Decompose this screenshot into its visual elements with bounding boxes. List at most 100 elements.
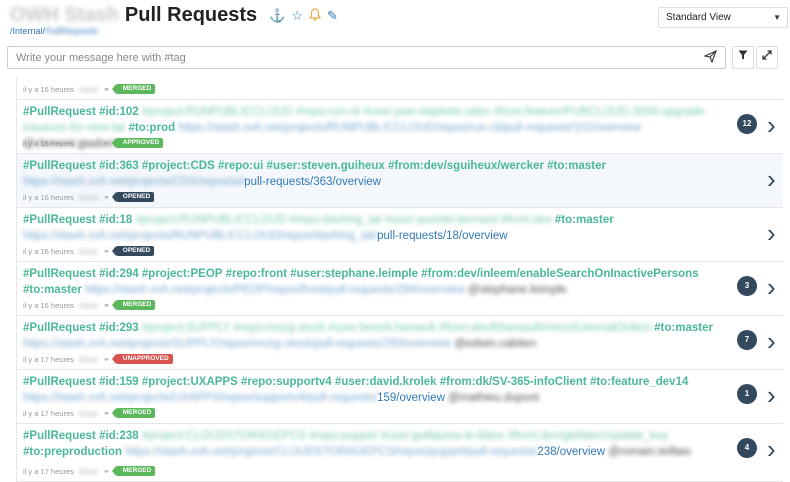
message-link-tail[interactable]: pull-requests/18/overview <box>377 230 507 242</box>
hashtag[interactable]: #PullRequest <box>23 160 96 172</box>
hashtag[interactable]: #PullRequest <box>23 268 96 280</box>
breadcrumb-internal[interactable]: /Internal/ <box>10 26 45 36</box>
hashtag[interactable]: #project:CDS <box>142 160 215 172</box>
chevron-right-icon[interactable]: › <box>767 272 776 303</box>
hashtag[interactable]: #from:dev/sguiheux/wercker <box>388 160 544 172</box>
link-icon[interactable]: ⚭ <box>103 193 110 202</box>
expand-button[interactable] <box>756 46 778 69</box>
feed-item[interactable]: #PullRequest #id:238 #project:CLOUDSTORA… <box>17 424 783 482</box>
chevron-right-icon[interactable]: › <box>767 434 776 465</box>
replies-count-badge[interactable]: 1 <box>737 384 757 404</box>
pencil-icon[interactable]: ✎ <box>327 8 338 23</box>
message-link[interactable]: https://stash.ovh.net/projects/CLOUDSTOR… <box>125 446 537 458</box>
hashtag[interactable]: #to:feature_dev14 <box>590 376 688 388</box>
message-input[interactable]: Write your message here with #tag <box>7 46 726 69</box>
link-icon[interactable]: ⚭ <box>103 355 110 364</box>
link-icon[interactable]: ⚭ <box>103 467 110 476</box>
hashtag[interactable]: #user:david.krolek <box>335 376 437 388</box>
message-author[interactable]: Stash <box>79 409 98 418</box>
hashtag[interactable]: #id:159 <box>99 376 139 388</box>
hashtag[interactable]: #from:dk/SV-365-infoClient <box>440 376 587 388</box>
hashtag[interactable]: #user:jean-baptiste.rabin <box>363 106 490 118</box>
mention[interactable]: @mathieu.dupont <box>448 392 539 404</box>
message-author[interactable]: Stash <box>79 247 98 256</box>
hashtag[interactable]: #from:dev <box>501 214 552 226</box>
link-icon[interactable]: ⚭ <box>103 409 110 418</box>
feed-item[interactable]: #PullRequest #id:363 #project:CDS #repo:… <box>17 154 783 208</box>
hashtag[interactable]: #to:master <box>547 160 606 172</box>
message-link[interactable]: https://stash.ovh.net/projects/UXAPPS/re… <box>23 392 377 404</box>
hashtag[interactable]: #repo:supportv4 <box>241 376 332 388</box>
hashtag[interactable]: #user:steven.guiheux <box>267 160 385 172</box>
mention[interactable]: @edwin.cabiten <box>454 338 536 350</box>
hashtag[interactable]: #repo:puppet <box>309 430 377 442</box>
hashtag[interactable]: #project:UXAPPS <box>142 376 238 388</box>
link-icon[interactable]: ⚭ <box>103 139 110 148</box>
hashtag[interactable]: #id:18 <box>99 214 132 226</box>
link-icon[interactable]: ⚭ <box>103 301 110 310</box>
chevron-right-icon[interactable]: › <box>767 164 776 195</box>
hashtag[interactable]: #id:102 <box>99 106 139 118</box>
hashtag[interactable]: #user:benoit.hamault <box>328 322 435 334</box>
hashtag[interactable]: #repo:mozg-stock <box>234 322 325 334</box>
replies-count-badge[interactable]: 4 <box>737 438 757 458</box>
hashtag[interactable]: #repo:front <box>226 268 287 280</box>
anchor-icon[interactable]: ⚓ <box>269 8 285 23</box>
hashtag[interactable]: #from:dev/bhamault/mirrorExternalOrders <box>439 322 651 334</box>
mention[interactable]: @romain.teillaio <box>608 446 691 458</box>
hashtag[interactable]: #user:guillaume.le-blanc <box>380 430 505 442</box>
hashtag[interactable]: #user:stephane.leimple <box>290 268 418 280</box>
hashtag[interactable]: #project:RUNPUBLICCLOUD <box>142 106 293 118</box>
chevron-right-icon[interactable]: › <box>767 326 776 357</box>
filter-button[interactable] <box>732 46 754 69</box>
hashtag[interactable]: #PullRequest <box>23 214 96 226</box>
message-link[interactable]: https://stash.ovh.net/projects/CDS/repos… <box>23 176 244 188</box>
hashtag[interactable]: #id:363 <box>99 160 139 172</box>
hashtag[interactable]: #PullRequest <box>23 106 96 118</box>
view-select[interactable]: Standard View ▼ <box>658 7 788 28</box>
chevron-right-icon[interactable]: › <box>767 110 776 141</box>
hashtag[interactable]: #to:master <box>23 284 82 296</box>
send-icon[interactable] <box>703 49 717 66</box>
hashtag[interactable]: #repo:run-cli <box>296 106 360 118</box>
message-link[interactable]: https://stash.ovh.net/projects/PEOP/repo… <box>85 284 465 296</box>
chevron-right-icon[interactable]: › <box>767 380 776 411</box>
message-author[interactable]: Stash <box>79 139 98 148</box>
feed-item[interactable]: #PullRequest #id:294 #project:PEOP #repo… <box>17 262 783 316</box>
hashtag[interactable]: #PullRequest <box>23 376 96 388</box>
link-icon[interactable]: ⚭ <box>103 85 110 94</box>
message-author[interactable]: Stash <box>79 193 98 202</box>
chevron-right-icon[interactable]: › <box>767 218 776 249</box>
hashtag[interactable]: #project:PEOP <box>142 268 223 280</box>
hashtag[interactable]: #project:CLOUDSTORAGEPCS <box>142 430 306 442</box>
message-link-tail[interactable]: pull-requests/363/overview <box>244 176 381 188</box>
feed-item[interactable]: #PullRequest #id:159 #project:UXAPPS #re… <box>17 370 783 424</box>
replies-count-badge[interactable]: 12 <box>737 114 757 134</box>
breadcrumb-topic[interactable]: PullRequests <box>45 26 98 36</box>
star-icon[interactable]: ☆ <box>291 8 303 23</box>
message-link[interactable]: https://stash.ovh.net/projects/RUNPUBLIC… <box>178 122 641 134</box>
feed-item[interactable]: #PullRequest #id:18 #project:RUNPUBLICCL… <box>17 208 783 262</box>
message-link-tail[interactable]: 238/overview <box>537 446 605 458</box>
message-link[interactable]: https://stash.ovh.net/projects/SUPPLY/re… <box>23 338 451 350</box>
hashtag[interactable]: #to:master <box>654 322 713 334</box>
hashtag[interactable]: #from:dev/inleem/enableSearchOnInactiveP… <box>421 268 698 280</box>
hashtag[interactable]: #project:SUPPLY <box>142 322 230 334</box>
hashtag[interactable]: #id:238 <box>99 430 139 442</box>
replies-count-badge[interactable]: 7 <box>737 330 757 350</box>
hashtag[interactable]: #repo:dashing_tat <box>290 214 382 226</box>
hashtag[interactable]: #PullRequest <box>23 430 96 442</box>
hashtag[interactable]: #project:RUNPUBLICCLOUD <box>136 214 287 226</box>
hashtag[interactable]: #PullRequest <box>23 322 96 334</box>
mention[interactable]: @stephane.leimple <box>468 284 567 296</box>
feed-item[interactable]: il y a 16 heures Stash ⚭ MERGED <box>17 78 783 100</box>
message-link-tail[interactable]: 159/overview <box>377 392 445 404</box>
message-author[interactable]: Stash <box>79 85 98 94</box>
feed-item[interactable]: #PullRequest #id:102 #project:RUNPUBLICC… <box>17 100 783 154</box>
hashtag[interactable]: #to:prod <box>128 122 175 134</box>
hashtag[interactable]: #to:master <box>555 214 614 226</box>
message-author[interactable]: Stash <box>79 467 98 476</box>
message-author[interactable]: Stash <box>79 301 98 310</box>
message-link[interactable]: https://stash.ovh.net/projects/RUNPUBLIC… <box>23 230 377 242</box>
message-author[interactable]: Stash <box>79 355 98 364</box>
